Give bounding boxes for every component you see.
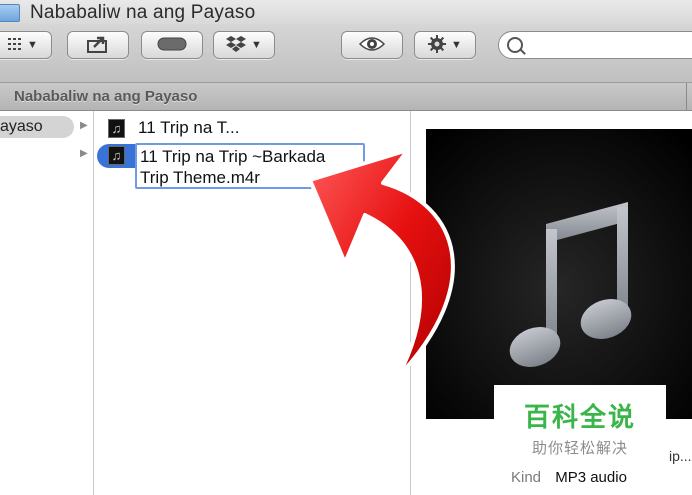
album-artwork [426,129,692,419]
browser-column-1[interactable]: ayaso ▶ ▶ [0,111,94,495]
rename-line-2: Trip Theme.m4r [140,168,260,187]
toolbar: ▼ ▼ ▼ [0,24,692,83]
path-label: Nababaliw na ang Payaso [14,88,198,105]
watermark-subtitle: 助你轻松解决 [531,440,628,457]
audio-file-icon: ♫ [108,146,125,165]
quick-look-button[interactable] [341,31,403,59]
dropbox-button[interactable]: ▼ [213,31,275,59]
grid-view-icon [8,37,22,53]
disclosure-triangle-icon[interactable]: ▶ [80,120,88,131]
browser-column-2[interactable]: ♫ 11 Trip na T... ♫ 11 Trip na Trip ~Bar… [94,111,411,495]
watermark: 百科全说 助你轻松解决 [494,385,666,465]
rename-field[interactable]: 11 Trip na Trip ~Barkada Trip Theme.m4r [135,143,365,189]
kind-value: MP3 audio [555,469,627,486]
search-icon [507,37,523,53]
chevron-down-icon: ▼ [27,39,38,51]
window-title: Nababaliw na ang Payaso [30,2,256,23]
action-button[interactable]: ▼ [414,31,476,59]
list-item-selected[interactable]: ayaso [0,116,74,138]
music-note-icon [426,129,692,419]
disclosure-triangle-icon[interactable]: ▶ [80,148,88,159]
dropbox-icon [226,35,247,55]
title-bar: Nababaliw na ang Payaso [0,0,692,24]
kind-label: Kind [511,469,542,486]
toggle-icon [157,37,187,54]
file-name: 11 Trip na T... [138,118,240,137]
view-button[interactable]: ▼ [0,31,52,59]
folder-icon [0,4,20,22]
rename-line-1: 11 Trip na Trip ~Barkada [140,147,326,166]
path-bar: Nababaliw na ang Payaso [0,83,692,111]
watermark-title: 百科全说 [523,402,636,432]
audio-file-icon: ♫ [108,119,125,138]
preview-file-name: ip... [669,448,692,464]
eye-icon [358,36,386,55]
toggle-button[interactable] [141,31,203,59]
chevron-down-icon: ▼ [451,39,462,51]
share-icon [86,35,110,56]
gear-icon [428,34,447,56]
chevron-down-icon: ▼ [251,39,262,51]
divider [686,83,687,110]
kind-row: Kind MP3 audio [511,469,627,486]
list-item-label: ayaso [0,118,43,135]
share-button[interactable] [67,31,129,59]
search-input[interactable] [498,31,692,59]
